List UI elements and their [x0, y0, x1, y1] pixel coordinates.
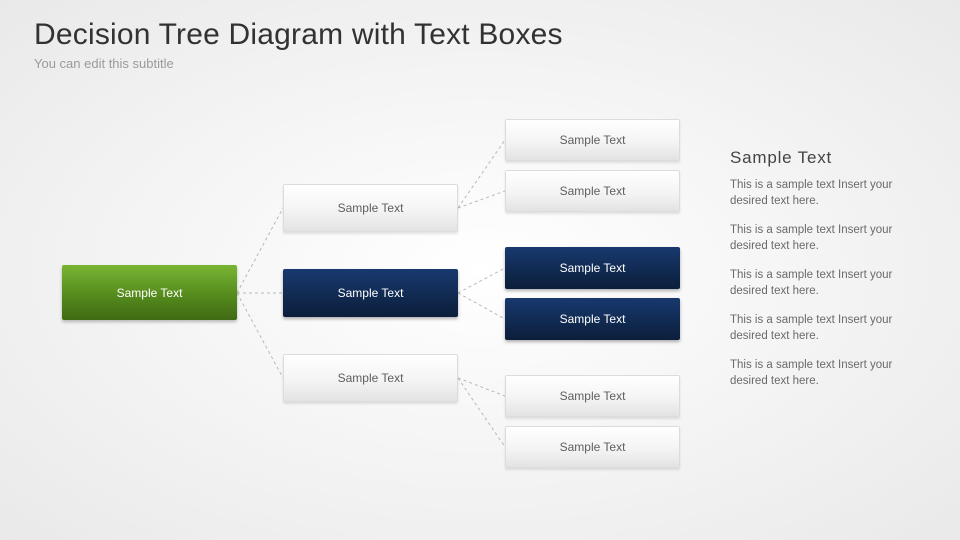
tree-leaf-label: Sample Text: [560, 312, 626, 326]
tree-leaf-node[interactable]: Sample Text: [505, 247, 680, 289]
tree-leaf-node[interactable]: Sample Text: [505, 170, 680, 212]
sidebar-paragraph: This is a sample text Insert your desire…: [730, 313, 920, 344]
sidebar-paragraph: This is a sample text Insert your desire…: [730, 178, 920, 209]
tree-leaf-label: Sample Text: [560, 389, 626, 403]
tree-leaf-node[interactable]: Sample Text: [505, 375, 680, 417]
tree-root-node[interactable]: Sample Text: [62, 265, 237, 320]
sidebar-panel: Sample Text This is a sample text Insert…: [730, 148, 920, 403]
sidebar-paragraph: This is a sample text Insert your desire…: [730, 268, 920, 299]
tree-branch-label: Sample Text: [338, 286, 404, 300]
tree-leaf-label: Sample Text: [560, 261, 626, 275]
tree-leaf-node[interactable]: Sample Text: [505, 426, 680, 468]
page-subtitle: You can edit this subtitle: [34, 56, 174, 71]
tree-branch-node[interactable]: Sample Text: [283, 269, 458, 317]
tree-leaf-node[interactable]: Sample Text: [505, 298, 680, 340]
tree-branch-node[interactable]: Sample Text: [283, 184, 458, 232]
page-title: Decision Tree Diagram with Text Boxes: [34, 18, 563, 52]
tree-branch-node[interactable]: Sample Text: [283, 354, 458, 402]
tree-leaf-label: Sample Text: [560, 440, 626, 454]
tree-branch-label: Sample Text: [338, 201, 404, 215]
sidebar-heading: Sample Text: [730, 148, 920, 168]
tree-leaf-label: Sample Text: [560, 133, 626, 147]
tree-leaf-node[interactable]: Sample Text: [505, 119, 680, 161]
sidebar-paragraph: This is a sample text Insert your desire…: [730, 358, 920, 389]
tree-leaf-label: Sample Text: [560, 184, 626, 198]
sidebar-paragraph: This is a sample text Insert your desire…: [730, 223, 920, 254]
tree-branch-label: Sample Text: [338, 371, 404, 385]
tree-root-label: Sample Text: [117, 286, 183, 300]
